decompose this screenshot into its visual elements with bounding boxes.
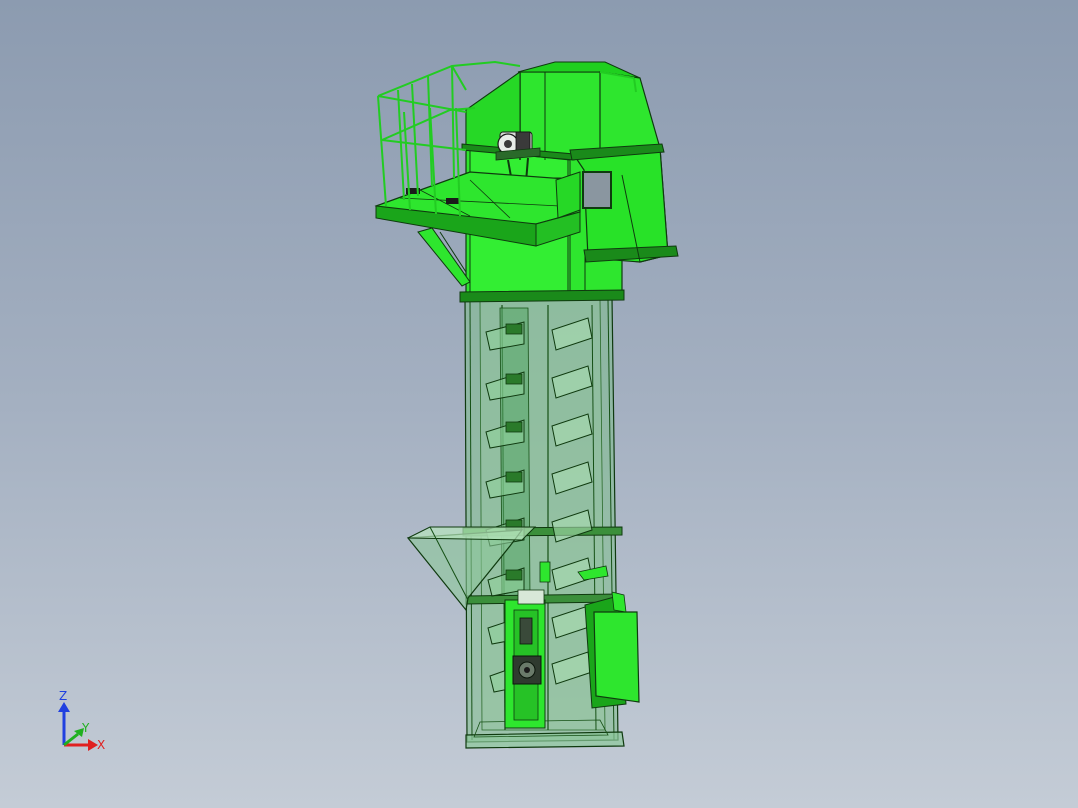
hopper-rim <box>407 526 537 541</box>
fitting <box>539 561 551 583</box>
platform-door[interactable] <box>555 171 581 219</box>
axis-triad[interactable]: Z Y X <box>58 689 105 752</box>
x-axis-label: X <box>97 738 105 752</box>
inspection-door-lower[interactable] <box>584 591 640 709</box>
head-bottom-flange <box>459 289 625 303</box>
door-panel <box>593 611 640 703</box>
inspection-window[interactable] <box>582 171 612 209</box>
door-hinge <box>611 591 627 613</box>
adjust-screw <box>519 617 533 645</box>
y-axis-arrow <box>63 732 79 747</box>
shaft-center <box>524 667 530 673</box>
z-axis-label: Z <box>59 689 67 703</box>
z-axis-head <box>58 702 70 712</box>
bucket-elevator-model[interactable]: Z Y X <box>0 0 1078 808</box>
take-up-top <box>517 589 545 605</box>
y-axis-label: Y <box>81 721 90 735</box>
deck-clamp <box>446 198 460 204</box>
base-plate <box>465 731 625 749</box>
motor-shaft <box>504 140 512 148</box>
elevator-belt <box>499 307 531 601</box>
cad-3d-viewport[interactable]: Z Y X <box>0 0 1078 808</box>
platform-brace <box>417 227 471 287</box>
